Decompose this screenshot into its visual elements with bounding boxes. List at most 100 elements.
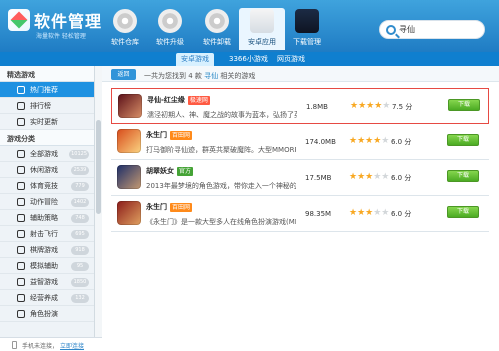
- phone-status-footer: 手机未连接， 立即连接: [0, 337, 102, 351]
- back-button[interactable]: 返回: [111, 69, 136, 80]
- tab-software-uninstall[interactable]: 软件卸载: [194, 8, 240, 50]
- software-uninstall-icon: [205, 9, 229, 33]
- rating-score: 6.0 分: [391, 174, 412, 182]
- grid-icon: [17, 150, 25, 158]
- category-count: 918: [71, 246, 89, 255]
- game-result-row[interactable]: 永生门 百田网 《永生门》是一款大型多人在线角色扮演游戏(MM... 98.35M…: [111, 196, 489, 232]
- sidebar-item-live-updates[interactable]: 实时更新: [0, 114, 101, 130]
- tab-software-store[interactable]: 软件仓库: [102, 8, 148, 50]
- category-count: 132: [71, 294, 89, 303]
- briefcase-icon: [17, 294, 25, 302]
- game-size: 1.8MB: [306, 103, 328, 111]
- rating-stars: ★★★★★: [349, 136, 390, 146]
- search-icon[interactable]: [386, 25, 396, 35]
- rating-stars: ★★★★★: [349, 172, 390, 182]
- category-count: 1850: [71, 278, 89, 287]
- rating-stars: ★★★★★: [350, 101, 391, 111]
- download-manager-icon: [295, 9, 319, 33]
- game-name[interactable]: 胡翠妖女 官方: [146, 166, 194, 176]
- game-result-row[interactable]: 寻仙-红尘缘极速网 濡泾初期人、神、魔之战的故事为蓝本，弘扬了英雄... 1.8…: [111, 88, 489, 124]
- category-count: 10125: [69, 150, 89, 159]
- game-description: 打马御阶寻仙迹，群英共聚破魔阵。大型MMORPG...: [146, 146, 296, 154]
- sidebar-item-sports[interactable]: 体育竞技 779: [0, 178, 101, 194]
- category-count: 695: [71, 230, 89, 239]
- rating-stars: ★★★★★: [349, 208, 390, 218]
- game-result-row[interactable]: 永生门 百田网 打马御阶寻仙迹，群英共聚破魔阵。大型MMORPG... 174.0…: [111, 124, 489, 160]
- sidebar-item-rankings[interactable]: 排行榜: [0, 98, 101, 114]
- sidebar-item-all-games[interactable]: 全部游戏 10125: [0, 146, 101, 162]
- search-keyword: 寻仙: [204, 72, 219, 80]
- game-description: 2013年最梦境的角色游戏，带你走入一个神秘的妖魔...: [146, 182, 296, 190]
- download-button[interactable]: 下载: [447, 170, 479, 182]
- source-badge: 百田网: [170, 131, 193, 140]
- results-toolbar: 返回 一共为您找到 4 款 寻仙 相关的游戏: [102, 66, 499, 82]
- game-result-row[interactable]: 胡翠妖女官方 2013年最梦境的角色游戏，带你走入一个神秘的妖魔... 17.5…: [111, 160, 489, 196]
- ball-icon: [17, 182, 25, 190]
- sidebar-item-management[interactable]: 经营养成 132: [0, 290, 101, 306]
- sidebar-scrollbar[interactable]: [94, 66, 102, 337]
- game-icon[interactable]: [117, 201, 141, 225]
- app-header: 软件管理 海量软件 轻松管理 软件仓库 软件升级 软件卸载 安卓应用 下载管理: [0, 0, 499, 52]
- chess-icon: [17, 214, 25, 222]
- game-name[interactable]: 永生门 百田网: [146, 202, 193, 212]
- game-name[interactable]: 永生门 百田网: [146, 130, 193, 140]
- source-badge: 百田网: [170, 203, 193, 212]
- category-count: 95: [71, 262, 89, 271]
- source-badge: 极速网: [187, 96, 210, 105]
- sidebar-item-role-playing[interactable]: 角色扮演: [0, 306, 101, 322]
- source-badge: 官方: [177, 167, 194, 176]
- game-sidebar: 精选游戏 热门推荐 排行榜 实时更新 游戏分类 全部游戏 10125 休闲游戏 25…: [0, 66, 102, 351]
- scrollbar-thumb[interactable]: [96, 120, 101, 214]
- download-button[interactable]: 下载: [447, 206, 479, 218]
- sidebar-item-casual-games[interactable]: 休闲游戏 2539: [0, 162, 101, 178]
- result-summary: 一共为您找到 4 款 寻仙 相关的游戏: [144, 72, 256, 80]
- subtab-3366-minigames[interactable]: 3366小游戏: [229, 53, 268, 66]
- subtab-android-games[interactable]: 安卓游戏: [176, 53, 214, 66]
- download-button[interactable]: 下载: [448, 99, 480, 111]
- game-description: 濡泾初期人、神、魔之战的故事为蓝本，弘扬了英雄...: [147, 111, 297, 119]
- game-icon[interactable]: [117, 129, 141, 153]
- sidebar-item-puzzle[interactable]: 益智游戏 1850: [0, 274, 101, 290]
- game-categories-title: 游戏分类: [0, 130, 101, 146]
- phone-status-text: 手机未连接，: [22, 343, 59, 350]
- app-title: 软件管理: [34, 12, 103, 31]
- download-button[interactable]: 下载: [447, 134, 479, 146]
- featured-games-title: 精选游戏: [0, 66, 101, 82]
- subtab-web-games[interactable]: 网页游戏: [277, 53, 305, 66]
- cards-icon: [17, 246, 25, 254]
- sidebar-item-card-board[interactable]: 棋牌游戏 918: [0, 242, 101, 258]
- software-manager-logo-icon: [8, 9, 30, 31]
- game-icon[interactable]: [118, 94, 142, 118]
- tab-software-upgrade[interactable]: 软件升级: [147, 8, 193, 50]
- plane-icon: [17, 230, 25, 238]
- search-box[interactable]: [379, 20, 485, 39]
- game-description: 《永生门》是一款大型多人在线角色扮演游戏(MM...: [146, 218, 296, 226]
- clock-icon: [17, 118, 25, 126]
- game-size: 17.5MB: [305, 174, 332, 182]
- rating-score: 6.0 分: [391, 138, 412, 146]
- tab-android-apps[interactable]: 安卓应用: [239, 8, 285, 50]
- puzzle-icon: [17, 278, 25, 286]
- search-input[interactable]: [399, 22, 479, 37]
- sidebar-item-shooting-flight[interactable]: 射击飞行 695: [0, 226, 101, 242]
- tab-download-manager[interactable]: 下载管理: [284, 8, 330, 50]
- rating-score: 7.5 分: [392, 103, 413, 111]
- connect-now-link[interactable]: 立即连接: [60, 341, 84, 350]
- category-count: 779: [71, 182, 89, 191]
- subtab-bar: 安卓游戏 3366小游戏 网页游戏: [0, 52, 499, 66]
- game-size: 174.0MB: [305, 138, 336, 146]
- category-count: 2539: [71, 166, 89, 175]
- ranking-icon: [17, 102, 25, 110]
- game-icon[interactable]: [117, 165, 141, 189]
- game-name[interactable]: 寻仙-红尘缘 极速网: [147, 95, 210, 105]
- software-upgrade-icon: [158, 9, 182, 33]
- sword-icon: [17, 198, 25, 206]
- android-apps-icon: [250, 9, 274, 33]
- sidebar-item-strategy[interactable]: 辅助策略 748: [0, 210, 101, 226]
- game-size: 98.35M: [305, 210, 332, 218]
- sidebar-item-action-adventure[interactable]: 动作冒险 1402: [0, 194, 101, 210]
- sidebar-item-hot-recommendations[interactable]: 热门推荐: [0, 82, 101, 98]
- sidebar-item-simulation[interactable]: 模拟辅助 95: [0, 258, 101, 274]
- wrench-icon: [17, 262, 25, 270]
- category-count: 1402: [71, 198, 89, 207]
